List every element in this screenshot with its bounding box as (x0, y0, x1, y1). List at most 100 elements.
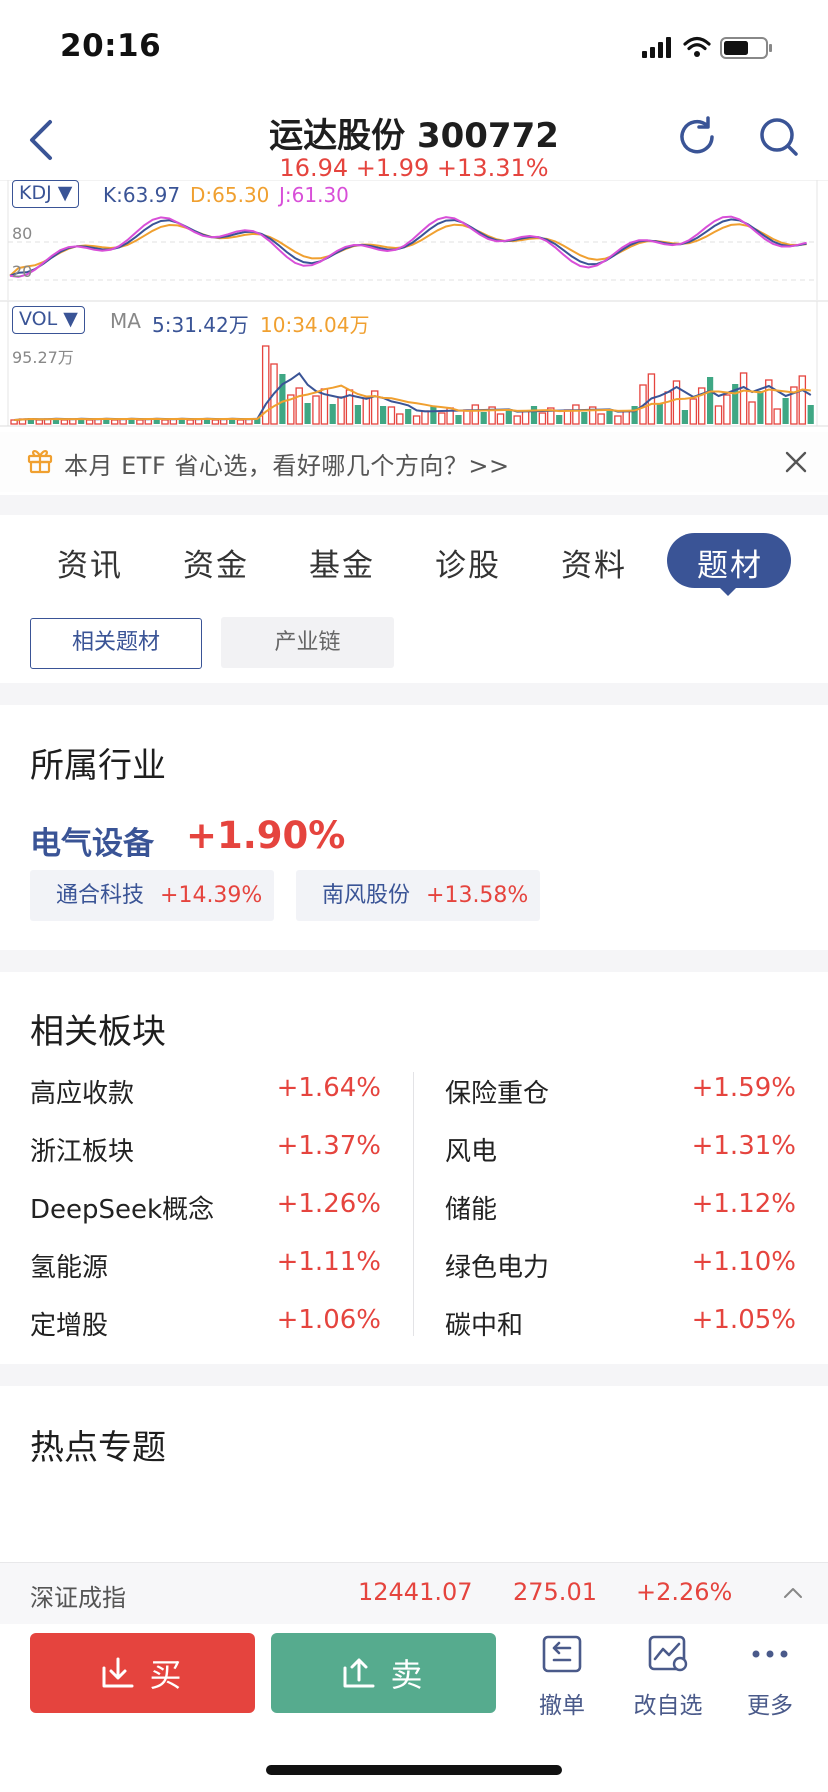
sector-name[interactable]: 绿色电力 (445, 1247, 549, 1284)
volume-bar (136, 419, 144, 425)
buy-button[interactable]: 买 (30, 1633, 255, 1713)
signal-wifi-battery-icon (642, 36, 772, 59)
industry-name[interactable]: 电气设备 (30, 818, 154, 863)
sector-change: +1.10% (691, 1247, 796, 1277)
sector-name[interactable]: 氢能源 (30, 1247, 108, 1284)
volume-bar (405, 409, 412, 424)
industry-section-title: 所属行业 (30, 746, 166, 786)
sector-name[interactable]: DeepSeek概念 (30, 1189, 214, 1226)
volume-bar (614, 415, 622, 425)
volume-bar (782, 398, 789, 424)
kdj-j-value: J:61.30 (279, 183, 349, 207)
kdj-selector[interactable]: KDJ ▼ (12, 180, 80, 208)
sectors-section-title: 相关板块 (30, 1012, 166, 1052)
vol-selector[interactable]: VOL ▼ (12, 306, 85, 334)
close-banner-button[interactable] (784, 450, 808, 478)
volume-bar (622, 410, 630, 425)
refresh-button[interactable] (674, 114, 720, 160)
sector-name[interactable]: 保险重仓 (445, 1073, 549, 1110)
tab-funds-flow[interactable]: 资金 (183, 540, 249, 585)
subtab-related-themes[interactable]: 相关题材 (30, 618, 202, 669)
volume-bar (236, 419, 245, 425)
industry-stock-chip[interactable]: 南风股份 +13.58% (296, 870, 541, 921)
cancel-order-icon (542, 1635, 582, 1673)
volume-bar (430, 406, 437, 424)
etf-banner-text[interactable]: 本月 ETF 省心选，看好哪几个方向？>> (64, 446, 510, 481)
sector-change: +1.59% (691, 1073, 796, 1103)
home-indicator (266, 1765, 562, 1775)
volume-bar (279, 374, 286, 424)
vol-ma-label: MA (110, 309, 141, 333)
sector-name[interactable]: 高应收款 (30, 1073, 134, 1110)
volume-bar (807, 405, 814, 424)
sell-icon (343, 1658, 375, 1688)
volume-bar (438, 412, 446, 425)
volume-bar (480, 412, 487, 424)
edit-watchlist-button[interactable]: 改自选 (628, 1634, 708, 1720)
status-time: 20:16 (60, 28, 162, 64)
industry-stock-name: 南风股份 (322, 883, 411, 908)
subtab-industry-chain[interactable]: 产业链 (221, 617, 394, 668)
sector-change: +1.05% (691, 1305, 796, 1335)
kdj-level-80: 80 (12, 224, 33, 243)
volume-bar (597, 413, 605, 425)
tab-profile[interactable]: 资料 (561, 540, 627, 585)
section-divider (0, 950, 828, 972)
search-button[interactable] (756, 114, 802, 160)
buy-label: 买 (149, 1656, 184, 1694)
volume-bar (396, 413, 404, 425)
volume-bar (798, 375, 807, 425)
sector-change: +1.11% (276, 1247, 381, 1277)
sector-name[interactable]: 浙江板块 (30, 1131, 134, 1168)
sector-name[interactable]: 风电 (445, 1131, 497, 1168)
kdj-level-20: 20 (12, 262, 33, 281)
chart-area[interactable]: KDJ ▼ K:63.97 D:65.30 J:61.30 80 20 VOL … (0, 180, 828, 430)
industry-stock-chip[interactable]: 通合科技 +14.39% (30, 870, 275, 921)
volume-bar (556, 415, 563, 424)
cancel-order-button[interactable]: 撤单 (536, 1634, 588, 1720)
volume-bar (572, 404, 580, 425)
chevron-up-icon (784, 1588, 802, 1598)
kdj-k-line (9, 218, 807, 277)
index-name: 深证成指 (30, 1584, 126, 1612)
vol-ma10-value: 10:34.04万 (260, 313, 370, 337)
status-icons (642, 34, 792, 62)
volume-bar (739, 372, 748, 425)
volume-bar (304, 403, 311, 424)
volume-bar (707, 377, 714, 424)
edit-watchlist-label: 改自选 (633, 1693, 703, 1719)
volume-bars (10, 345, 814, 425)
sector-change: +1.06% (276, 1305, 381, 1335)
volume-bar (689, 398, 698, 425)
watchlist-edit-icon (648, 1635, 688, 1672)
section-divider (0, 495, 828, 515)
volume-bar (606, 409, 613, 424)
volume-bar (723, 394, 731, 425)
volume-bar (463, 409, 471, 425)
more-dots-icon (752, 1650, 788, 1658)
volume-bar (380, 406, 387, 424)
expand-index-button[interactable] (782, 1582, 804, 1604)
cancel-order-label: 撤单 (539, 1693, 585, 1719)
volume-bar (681, 410, 688, 424)
index-change: 275.01 (513, 1578, 597, 1606)
buy-icon (102, 1657, 134, 1688)
tab-diagnosis[interactable]: 诊股 (435, 540, 501, 585)
search-icon (760, 118, 798, 156)
volume-bar (412, 415, 421, 425)
sector-change: +1.26% (276, 1189, 381, 1219)
volume-bar (773, 408, 781, 425)
volume-bar (521, 410, 530, 425)
volume-bar (471, 404, 480, 425)
volume-bar (664, 391, 672, 425)
sector-name[interactable]: 储能 (445, 1189, 497, 1226)
sell-button[interactable]: 卖 (271, 1633, 496, 1713)
volume-bar (211, 419, 220, 425)
tab-news[interactable]: 资讯 (57, 540, 123, 585)
sector-name[interactable]: 定增股 (30, 1305, 108, 1342)
more-button[interactable]: 更多 (744, 1634, 796, 1720)
sector-name[interactable]: 碳中和 (445, 1305, 523, 1342)
tab-theme[interactable]: 题材 (697, 540, 763, 585)
tab-funds[interactable]: 基金 (309, 540, 375, 585)
sector-change: +1.12% (691, 1189, 796, 1219)
